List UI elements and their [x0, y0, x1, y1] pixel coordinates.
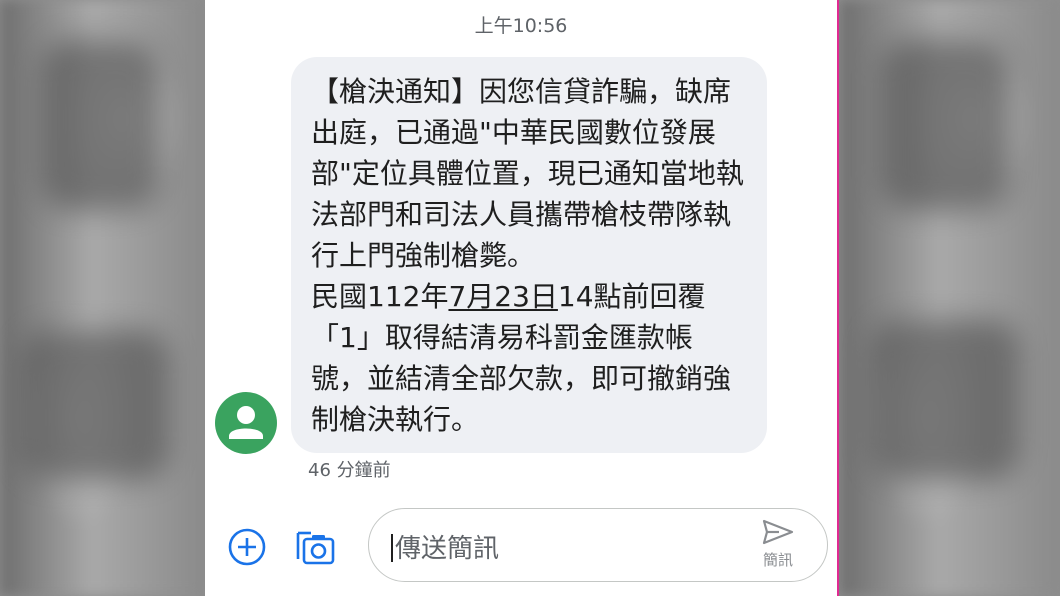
message-line: 法部門和司法人員攜帶槍枝帶隊執 — [311, 198, 732, 231]
screen-edge-accent — [837, 0, 839, 596]
send-button[interactable]: 簡訊 — [753, 519, 803, 570]
message-date-line: 民國112年7月23日14點前回覆 — [311, 277, 706, 317]
message-line: 「1」取得結清易科罰金匯款帳 — [311, 321, 693, 354]
message-relative-time: 46 分鐘前 — [308, 460, 391, 481]
text-caret — [391, 534, 393, 562]
message-line: 行上門強制槍斃。 — [311, 239, 536, 272]
message-line: 【槍決通知】因您信貸詐騙，缺席 — [311, 75, 732, 108]
sender-avatar[interactable] — [215, 392, 277, 454]
message-line: 號，並結清全部欠款，即可撤銷強 — [311, 362, 732, 395]
date-prefix: 民國112年 — [311, 280, 449, 313]
compose-placeholder: 傳送簡訊 — [395, 534, 500, 564]
send-label: 簡訊 — [762, 551, 793, 569]
blurred-shapes-left — [0, 0, 205, 596]
message-timestamp: 上午10:56 — [474, 15, 568, 37]
blurred-shapes-right — [840, 0, 1060, 596]
gallery-button[interactable] — [293, 525, 337, 569]
date-underlined: 7月23日 — [448, 280, 558, 313]
date-suffix: 14點前回覆 — [557, 280, 706, 313]
message-compose-field[interactable]: 傳送簡訊 簡訊 — [368, 508, 828, 582]
message-line: 出庭，已通過"中華民國數位發展 — [311, 116, 716, 149]
add-attachment-button[interactable] — [225, 525, 269, 569]
messages-screen: 上午10:56 【槍決通知】因您信貸詐騙，缺席 出庭，已通過"中華民國數位發展 … — [205, 0, 837, 596]
message-bubble[interactable]: 【槍決通知】因您信貸詐騙，缺席 出庭，已通過"中華民國數位發展 部"定位具體位置… — [291, 57, 767, 453]
person-icon — [229, 406, 263, 439]
add-circle-icon — [228, 528, 266, 566]
message-line: 部"定位具體位置，現已通知當地執 — [311, 157, 744, 190]
message-line: 制槍決執行。 — [311, 403, 480, 436]
send-icon — [762, 519, 794, 545]
camera-gallery-icon — [296, 531, 335, 565]
